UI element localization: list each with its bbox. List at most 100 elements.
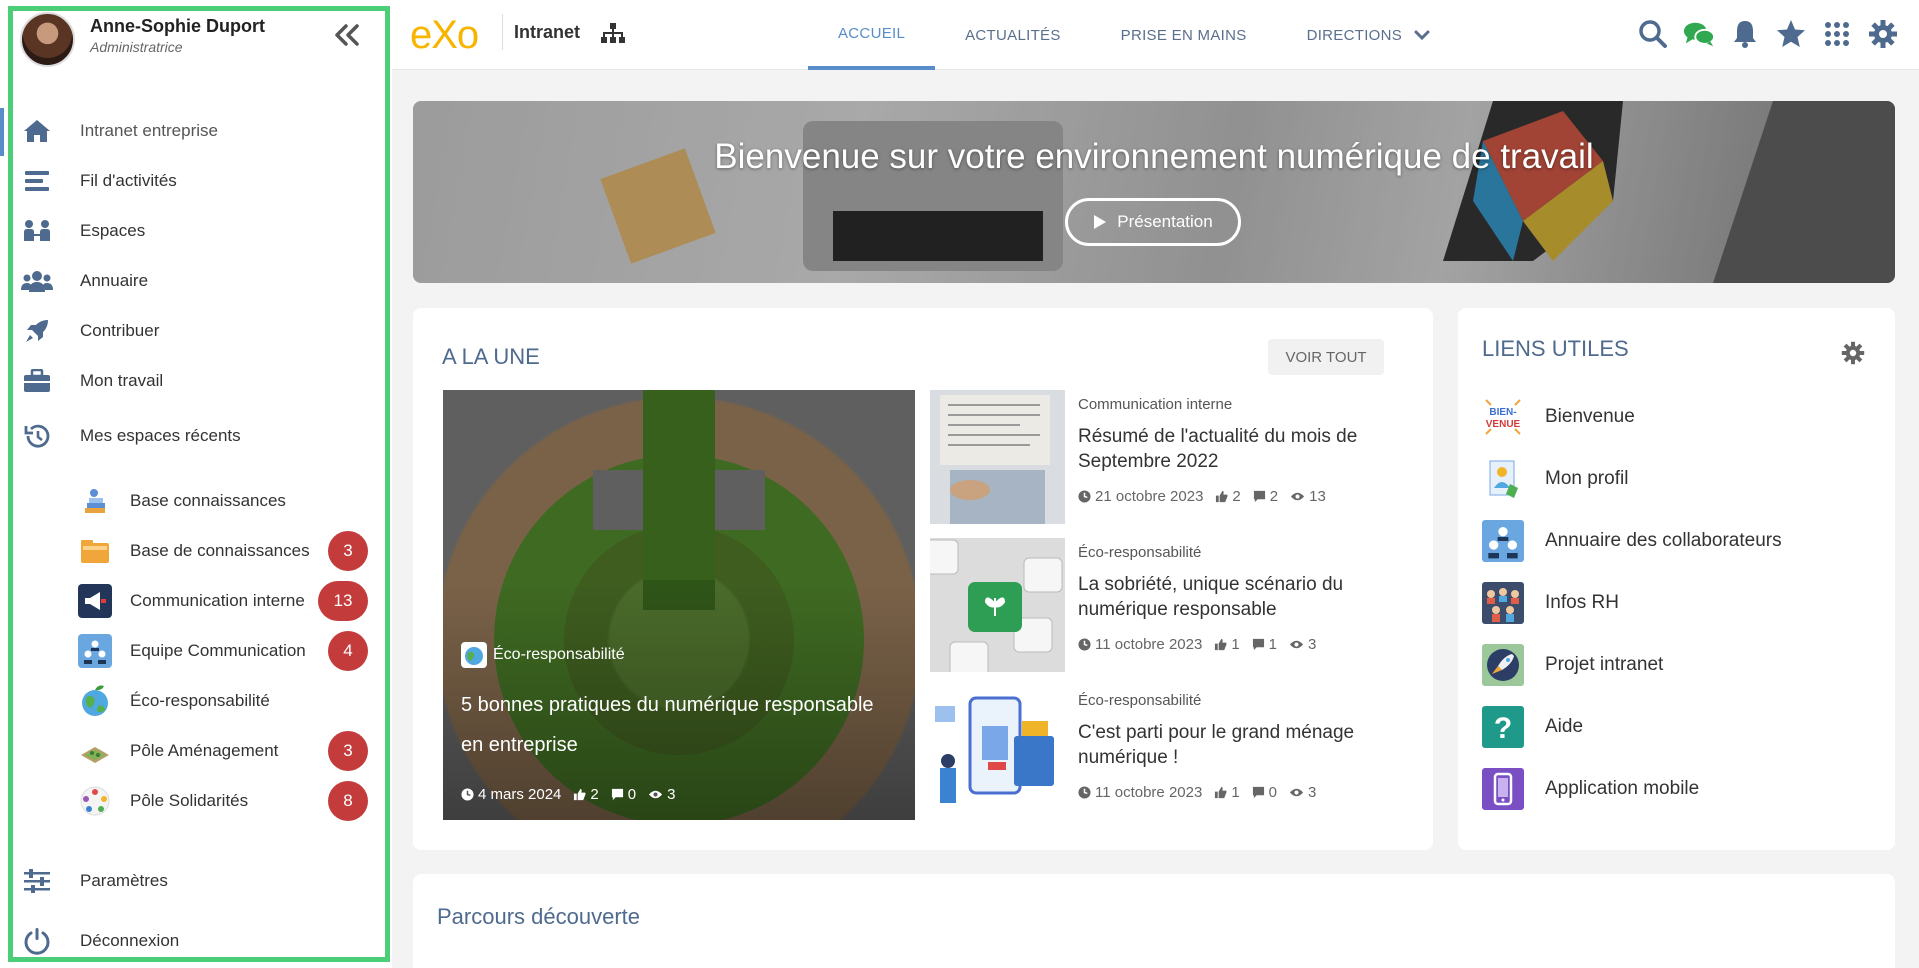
divider — [502, 14, 503, 50]
chat-icon — [1683, 22, 1715, 47]
briefcase-icon — [20, 364, 54, 398]
site-name[interactable]: Intranet — [514, 22, 580, 43]
sidebar: Anne-Sophie Duport Administratrice Intra… — [0, 0, 392, 968]
link-item[interactable]: Application mobile — [1482, 767, 1882, 811]
collapse-sidebar-button[interactable] — [330, 20, 364, 50]
news-thumbnail[interactable] — [930, 686, 1065, 820]
search-button[interactable] — [1637, 16, 1669, 52]
link-item[interactable]: Infos RH — [1482, 581, 1882, 625]
sidebar-item-label: Fil d'activités — [80, 171, 177, 190]
discovery-title: Parcours découverte — [437, 904, 640, 929]
bell-icon — [1734, 21, 1756, 48]
earth-icon — [78, 684, 112, 718]
home-icon — [20, 114, 54, 148]
earth-icon — [461, 642, 487, 668]
news-thumbnail[interactable] — [930, 538, 1065, 672]
team-icon — [78, 634, 112, 668]
sidebar-item-my-work[interactable]: Mon travail — [20, 361, 380, 401]
news-item-title[interactable]: Résumé de l'actualité du mois de Septemb… — [1078, 424, 1408, 474]
links-title: LIENS UTILES — [1482, 336, 1629, 361]
news-item-title[interactable]: La sobriété, unique scénario du numériqu… — [1078, 572, 1408, 622]
chat-button[interactable] — [1683, 16, 1715, 52]
link-label: Annuaire des collaborateurs — [1545, 530, 1782, 551]
sliders-icon — [20, 864, 54, 898]
sidebar-item-logout[interactable]: Déconnexion — [20, 921, 380, 961]
link-item[interactable]: Mon profil — [1482, 457, 1882, 501]
favorites-button[interactable] — [1775, 16, 1807, 52]
space-item[interactable]: Base de connaissances 3 — [78, 531, 378, 571]
settings-button[interactable] — [1867, 16, 1899, 52]
sidebar-item-label: Intranet entreprise — [80, 121, 218, 140]
article-date: 4 mars 2024 — [478, 786, 562, 803]
link-item[interactable]: Projet intranet — [1482, 643, 1882, 687]
welcome-icon: BIEN- VENUE — [1482, 396, 1524, 438]
clock-icon — [1078, 490, 1091, 503]
mobile-app-icon — [1482, 768, 1524, 810]
featured-category: Éco-responsabilité — [461, 642, 625, 668]
apps-button[interactable] — [1821, 16, 1853, 52]
space-item[interactable]: Éco-responsabilité — [78, 681, 378, 721]
sidebar-item-recent-spaces[interactable]: Mes espaces récents — [20, 416, 380, 456]
news-item[interactable]: Communication interne Résumé de l'actual… — [930, 390, 1410, 525]
space-item[interactable]: Equipe Communication 4 — [78, 631, 378, 671]
avatar[interactable] — [20, 12, 75, 67]
sidebar-item-label: Mes espaces récents — [80, 426, 241, 445]
news-item-title[interactable]: C'est parti pour le grand ménage numériq… — [1078, 720, 1408, 770]
link-label: Mon profil — [1545, 468, 1629, 489]
eye-icon — [649, 790, 663, 799]
news-category: Éco-responsabilité — [1078, 544, 1202, 561]
profile-card-icon — [1482, 458, 1524, 500]
news-thumbnail[interactable] — [930, 390, 1065, 524]
space-item[interactable]: Pôle Solidarités 8 — [78, 781, 378, 821]
notification-badge: 13 — [318, 581, 368, 621]
banner-title: Bienvenue sur votre environnement numéri… — [714, 137, 1594, 176]
sidebar-item-intranet[interactable]: Intranet entreprise — [20, 111, 380, 151]
article-date: 21 octobre 2023 — [1095, 488, 1204, 505]
link-item[interactable]: ? Aide — [1482, 705, 1882, 749]
tab-directions[interactable]: DIRECTIONS — [1277, 0, 1461, 70]
news-meta: 11 octobre 2023 1 0 3 — [1078, 784, 1316, 801]
sidebar-item-settings[interactable]: Paramètres — [20, 861, 380, 901]
link-label: Projet intranet — [1545, 654, 1664, 675]
news-item[interactable]: Éco-responsabilité C'est parti pour le g… — [930, 686, 1410, 821]
featured-article-title[interactable]: 5 bonnes pratiques du numérique responsa… — [461, 685, 881, 765]
sitemap-button[interactable] — [598, 18, 628, 48]
sidebar-item-stream[interactable]: Fil d'activités — [20, 161, 380, 201]
rocket-icon — [20, 314, 54, 348]
sidebar-item-label: Contribuer — [80, 321, 160, 340]
tab-actualites[interactable]: ACTUALITÉS — [935, 0, 1091, 70]
space-item[interactable]: Communication interne 13 — [78, 581, 378, 621]
useful-links-card: LIENS UTILES BIEN- VENUE Bienvenue Mon pr… — [1458, 308, 1895, 850]
links-settings-button[interactable] — [1838, 338, 1868, 368]
news-item[interactable]: Éco-responsabilité La sobriété, unique s… — [930, 538, 1410, 673]
svg-text:BIEN-: BIEN- — [1489, 407, 1516, 418]
user-profile[interactable]: Anne-Sophie Duport Administratrice — [20, 12, 265, 67]
sidebar-item-spaces[interactable]: Espaces — [20, 211, 380, 251]
link-label: Infos RH — [1545, 592, 1619, 613]
solidarity-icon — [78, 784, 112, 818]
see-all-button[interactable]: VOIR TOUT — [1268, 339, 1384, 375]
team-icon — [1482, 520, 1524, 562]
space-label: Equipe Communication — [130, 641, 306, 660]
exo-logo[interactable]: eXo — [410, 13, 492, 66]
link-item[interactable]: BIEN- VENUE Bienvenue — [1482, 395, 1882, 439]
space-item[interactable]: Base connaissances — [78, 481, 378, 521]
tab-prise-en-mains[interactable]: PRISE EN MAINS — [1091, 0, 1277, 70]
link-item[interactable]: Annuaire des collaborateurs — [1482, 519, 1882, 563]
sidebar-item-directory[interactable]: Annuaire — [20, 261, 380, 301]
sidebar-item-contribute[interactable]: Contribuer — [20, 311, 380, 351]
link-label: Bienvenue — [1545, 406, 1635, 427]
top-actions — [1637, 16, 1899, 52]
category-label: Éco-responsabilité — [493, 646, 625, 663]
views-count: 13 — [1309, 488, 1326, 505]
comments-count: 2 — [1269, 488, 1279, 505]
featured-article[interactable]: Éco-responsabilité 5 bonnes pratiques du… — [443, 390, 915, 820]
tab-accueil[interactable]: ACCUEIL — [808, 0, 936, 70]
presentation-button[interactable]: Présentation — [1065, 198, 1241, 246]
books-icon — [78, 484, 112, 518]
space-item[interactable]: Pôle Aménagement 3 — [78, 731, 378, 771]
article-date: 11 octobre 2023 — [1095, 636, 1203, 653]
cleanup-illustration — [930, 686, 1065, 820]
profile-text: Anne-Sophie Duport Administratrice — [90, 16, 265, 55]
notifications-button[interactable] — [1729, 16, 1761, 52]
